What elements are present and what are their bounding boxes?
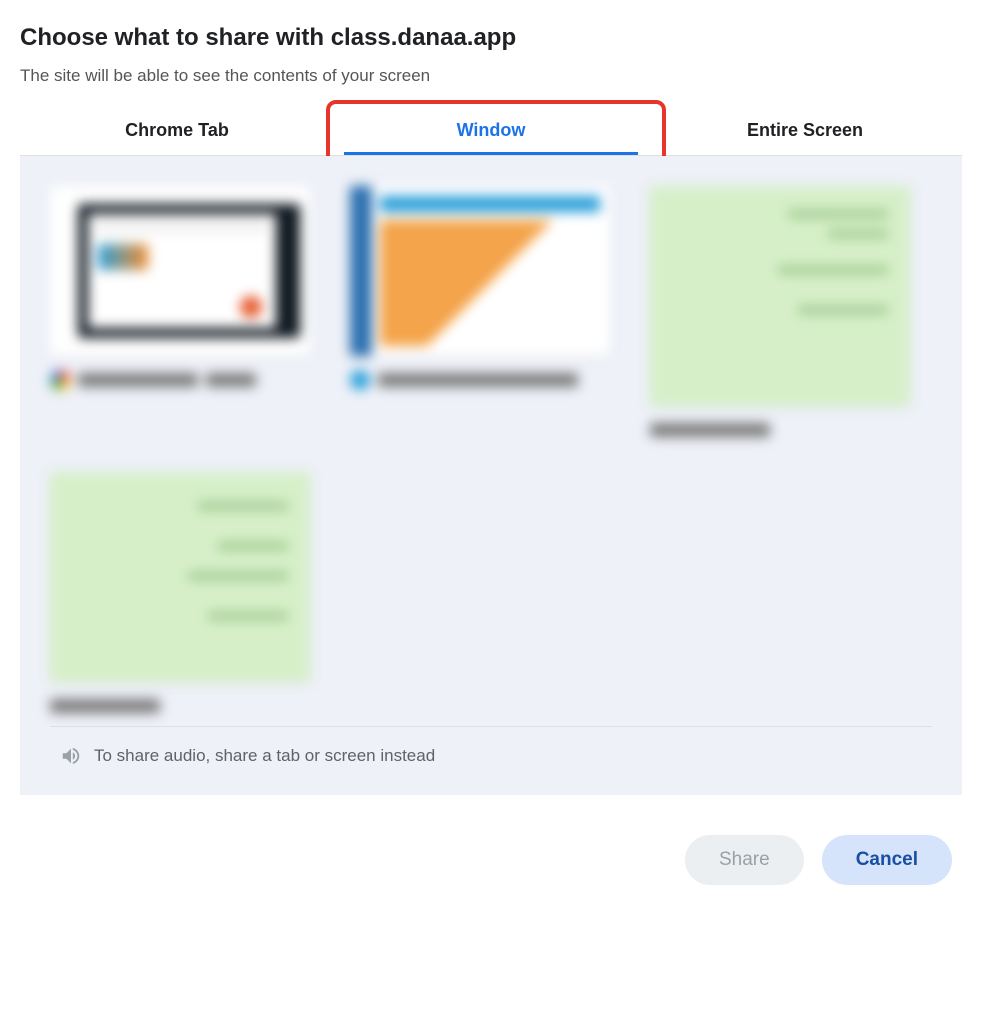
window-item[interactable] — [50, 472, 310, 718]
dialog-subtitle: The site will be able to see the content… — [20, 66, 962, 86]
tab-chrome-tab[interactable]: Chrome Tab — [20, 106, 334, 155]
window-item[interactable] — [50, 186, 310, 442]
tab-window[interactable]: Window — [334, 106, 648, 155]
window-item[interactable] — [650, 186, 910, 442]
window-thumbnail — [650, 186, 910, 406]
window-name — [650, 423, 770, 437]
window-thumbnail — [50, 472, 310, 682]
window-name — [78, 373, 198, 387]
dialog-footer: Share Cancel — [0, 795, 982, 905]
share-dialog: Choose what to share with class.danaa.ap… — [0, 0, 982, 795]
app-icon — [50, 370, 70, 390]
window-name — [206, 373, 256, 387]
window-list[interactable]: To share audio, share a tab or screen in… — [20, 156, 962, 795]
window-name — [50, 699, 160, 713]
window-label — [50, 694, 310, 718]
window-name — [378, 373, 578, 387]
audio-hint-row: To share audio, share a tab or screen in… — [50, 726, 932, 785]
window-label — [350, 368, 610, 392]
window-label — [50, 368, 310, 392]
cancel-button[interactable]: Cancel — [822, 835, 952, 885]
audio-hint-text: To share audio, share a tab or screen in… — [94, 746, 435, 766]
window-item[interactable] — [350, 186, 610, 442]
tab-bar: Chrome Tab Window Entire Screen — [20, 106, 962, 156]
window-thumbnail — [350, 186, 610, 356]
window-thumbnail — [50, 186, 310, 356]
dialog-title: Choose what to share with class.danaa.ap… — [20, 24, 962, 52]
tab-entire-screen[interactable]: Entire Screen — [648, 106, 962, 155]
share-button[interactable]: Share — [685, 835, 804, 885]
speaker-icon — [60, 745, 82, 767]
window-label — [650, 418, 910, 442]
window-grid — [50, 186, 932, 718]
app-icon — [350, 370, 370, 390]
